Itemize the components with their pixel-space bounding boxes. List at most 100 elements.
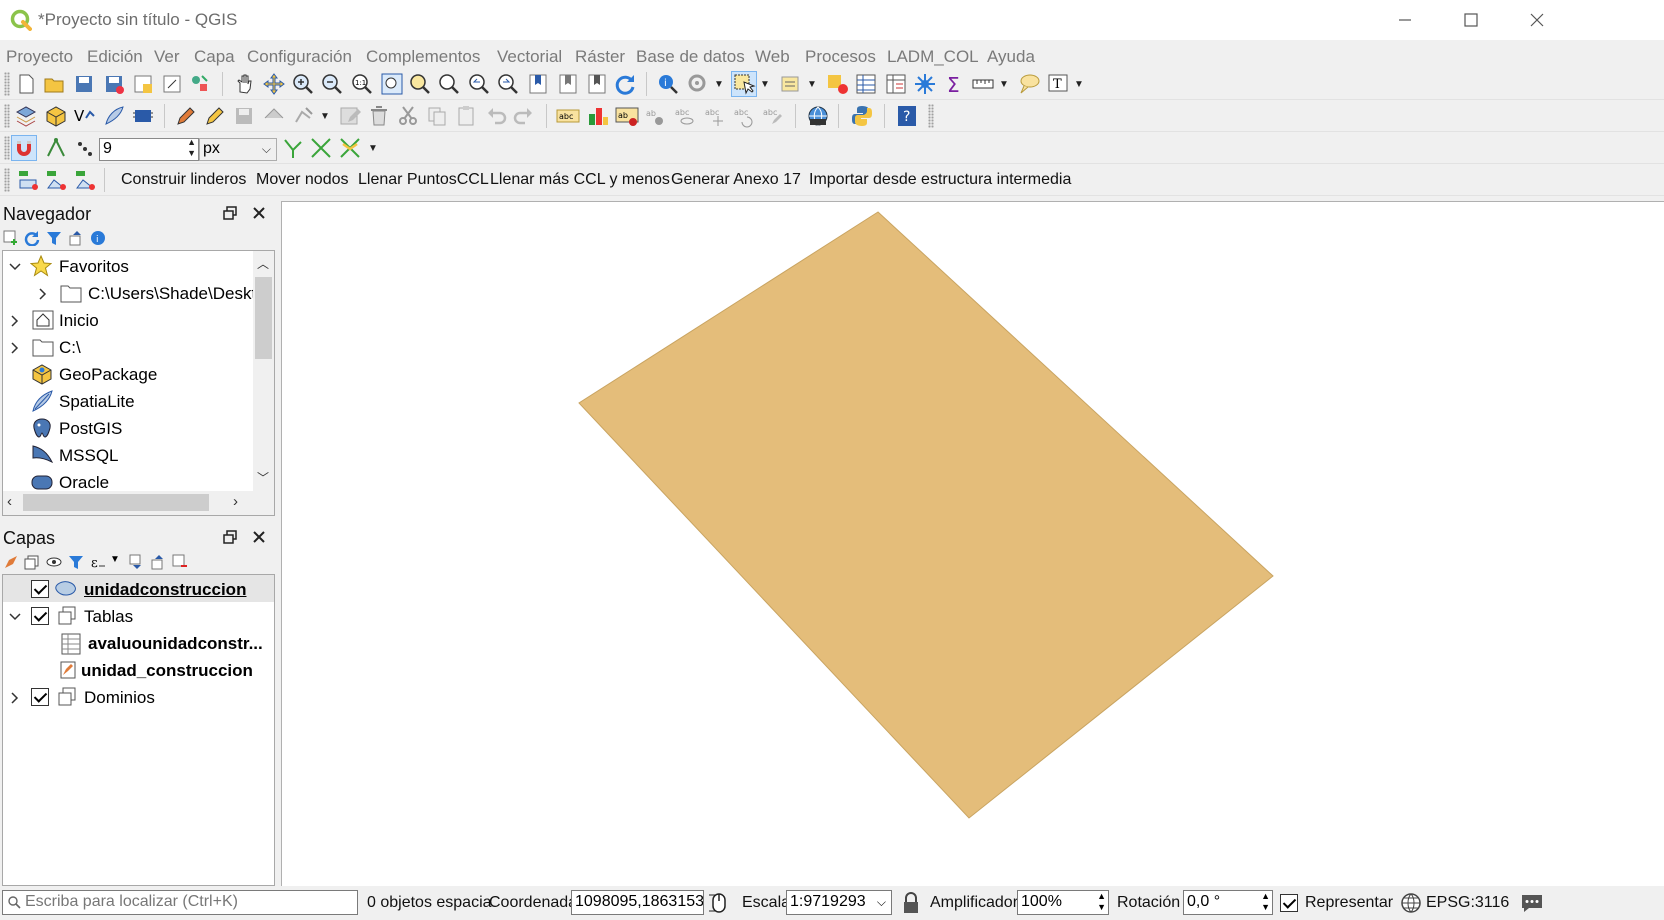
zoom-out-icon[interactable] bbox=[320, 72, 344, 96]
toggle-editing-icon[interactable] bbox=[203, 104, 227, 128]
menu-ver[interactable]: Ver bbox=[154, 47, 180, 67]
spin-arrows-icon[interactable]: ▲ ▼ bbox=[1097, 891, 1106, 913]
cut-features-icon[interactable] bbox=[396, 104, 420, 128]
filter-expression-dropdown[interactable]: ▼ bbox=[110, 554, 120, 565]
modify-attributes-icon[interactable] bbox=[338, 104, 362, 128]
redo-icon[interactable] bbox=[512, 104, 536, 128]
toolbar-handle[interactable] bbox=[4, 168, 10, 192]
new-spatial-bookmark-icon[interactable] bbox=[526, 72, 550, 96]
spin-arrows-icon[interactable]: ▲ ▼ bbox=[187, 137, 196, 159]
close-panel-icon[interactable] bbox=[250, 204, 268, 222]
group-visibility-checkbox[interactable] bbox=[31, 688, 49, 706]
save-project-icon[interactable] bbox=[72, 72, 96, 96]
refresh-browser-icon[interactable] bbox=[24, 230, 40, 247]
add-group-icon[interactable] bbox=[24, 554, 40, 570]
new-spatialite-layer-icon[interactable] bbox=[102, 104, 126, 128]
toolbar-handle[interactable] bbox=[4, 72, 10, 96]
mover-nodos-button[interactable]: Mover nodos bbox=[256, 171, 349, 189]
locator-search-input[interactable]: Escriba para localizar (Ctrl+K) bbox=[2, 890, 358, 915]
enable-snapping-magnet-icon[interactable] bbox=[11, 135, 37, 161]
filter-browser-icon[interactable] bbox=[46, 230, 62, 246]
crs-label[interactable]: EPSG:3116 bbox=[1426, 894, 1509, 912]
menu-procesos[interactable]: Procesos bbox=[805, 47, 876, 67]
browser-horizontal-scrollbar[interactable]: ‹ › bbox=[3, 491, 274, 515]
scrollbar-thumb[interactable] bbox=[255, 277, 272, 359]
show-bookmarks-icon[interactable] bbox=[556, 72, 580, 96]
toolbar-handle[interactable] bbox=[4, 104, 10, 128]
text-annotation-icon[interactable]: T bbox=[1046, 72, 1070, 96]
identify-features-icon[interactable]: i bbox=[656, 72, 680, 96]
scroll-left-icon[interactable]: ‹ bbox=[7, 493, 12, 510]
toolbar-handle[interactable] bbox=[928, 104, 934, 128]
coordinate-field[interactable]: 1098095,1863153 bbox=[571, 890, 704, 915]
menu-ayuda[interactable]: Ayuda bbox=[987, 47, 1035, 67]
vertex-tool-icon[interactable] bbox=[292, 104, 316, 128]
float-panel-icon[interactable] bbox=[221, 528, 239, 546]
scroll-right-icon[interactable]: › bbox=[233, 493, 238, 510]
maximize-button[interactable] bbox=[1436, 0, 1506, 40]
toggle-extents-mouse-icon[interactable] bbox=[707, 891, 731, 915]
deselect-features-icon[interactable] bbox=[826, 72, 850, 96]
undo-icon[interactable] bbox=[484, 104, 508, 128]
digitize-with-segment-icon[interactable] bbox=[262, 104, 286, 128]
llenar-puntosccl-button[interactable]: Llenar PuntosCCL bbox=[358, 171, 489, 189]
scroll-down-icon[interactable]: ﹀ bbox=[257, 469, 269, 486]
manage-map-themes-icon[interactable] bbox=[46, 554, 62, 570]
select-features-dropdown[interactable]: ▼ bbox=[760, 72, 770, 96]
snapping-type-icon[interactable] bbox=[74, 136, 98, 160]
annotation-dropdown[interactable]: ▼ bbox=[1074, 72, 1084, 96]
copy-features-icon[interactable] bbox=[425, 104, 449, 128]
new-geopackage-layer-icon[interactable] bbox=[44, 104, 68, 128]
statistical-summary-icon[interactable]: Σ bbox=[942, 72, 966, 96]
enable-tracing-icon[interactable] bbox=[338, 136, 362, 160]
layer-diagram-icon[interactable] bbox=[586, 104, 610, 128]
menu-vectorial[interactable]: Vectorial bbox=[497, 47, 562, 67]
collapse-all-icon[interactable] bbox=[68, 230, 84, 246]
ladm-build-boundaries-icon[interactable] bbox=[44, 168, 68, 192]
minimize-button[interactable] bbox=[1370, 0, 1440, 40]
filter-by-expression-icon[interactable]: ε bbox=[90, 554, 106, 571]
rotation-spinbox[interactable]: 0,0 ° ▲ ▼ bbox=[1183, 890, 1273, 915]
rotate-label-icon[interactable]: abc bbox=[732, 104, 756, 128]
select-by-value-dropdown[interactable]: ▼ bbox=[807, 72, 817, 96]
messages-icon[interactable] bbox=[1519, 891, 1545, 915]
vertex-tool-dropdown[interactable]: ▼ bbox=[320, 104, 330, 128]
pin-labels-icon[interactable]: ab bbox=[644, 104, 668, 128]
scrollbar-thumb[interactable] bbox=[23, 494, 209, 511]
snapping-tolerance-input[interactable]: 9 ▲ ▼ bbox=[99, 137, 199, 161]
menu-web[interactable]: Web bbox=[755, 47, 790, 67]
browser-vertical-scrollbar[interactable]: ︿ ﹀ bbox=[253, 251, 274, 491]
add-selected-layers-icon[interactable] bbox=[3, 230, 19, 246]
map-canvas[interactable] bbox=[281, 201, 1664, 886]
open-attribute-table-icon[interactable] bbox=[854, 72, 878, 96]
measure-dropdown[interactable]: ▼ bbox=[999, 72, 1009, 96]
feature-action-dropdown[interactable]: ▼ bbox=[714, 72, 724, 96]
snapping-on-intersection-icon[interactable] bbox=[309, 136, 333, 160]
tracing-dropdown[interactable]: ▼ bbox=[368, 136, 378, 160]
show-hide-labels-icon[interactable]: abc bbox=[673, 104, 697, 128]
field-calculator-icon[interactable] bbox=[884, 72, 908, 96]
layer-labeling-icon[interactable]: abc bbox=[556, 104, 580, 128]
delete-selected-icon[interactable] bbox=[367, 104, 391, 128]
menu-capa[interactable]: Capa bbox=[194, 47, 235, 67]
magnifier-spinbox[interactable]: 100% ▲ ▼ bbox=[1017, 890, 1109, 915]
map-tips-icon[interactable] bbox=[1017, 72, 1041, 96]
change-label-icon[interactable]: abc bbox=[761, 104, 785, 128]
ladm-fill-topology-icon[interactable] bbox=[73, 168, 97, 192]
zoom-full-icon[interactable] bbox=[380, 72, 404, 96]
save-layer-edits-icon[interactable] bbox=[232, 104, 256, 128]
menu-proyecto[interactable]: Proyecto bbox=[6, 47, 73, 67]
importar-estructura-intermedia-button[interactable]: Importar desde estructura intermedia bbox=[809, 171, 1071, 189]
zoom-next-icon[interactable] bbox=[496, 72, 520, 96]
zoom-to-selection-icon[interactable] bbox=[408, 72, 432, 96]
collapse-all-layers-icon[interactable] bbox=[150, 554, 166, 570]
zoom-to-layer-icon[interactable] bbox=[437, 72, 461, 96]
construir-linderos-button[interactable]: Construir linderos bbox=[121, 171, 246, 189]
new-shapefile-layer-icon[interactable]: V bbox=[73, 104, 97, 128]
menu-raster[interactable]: Ráster bbox=[575, 47, 625, 67]
scroll-up-icon[interactable]: ︿ bbox=[257, 255, 269, 272]
snapping-layers-icon[interactable] bbox=[44, 136, 68, 160]
save-as-icon[interactable] bbox=[102, 72, 126, 96]
highlight-pinned-labels-icon[interactable]: ab bbox=[615, 104, 639, 128]
bookmarks-icon[interactable] bbox=[585, 72, 609, 96]
